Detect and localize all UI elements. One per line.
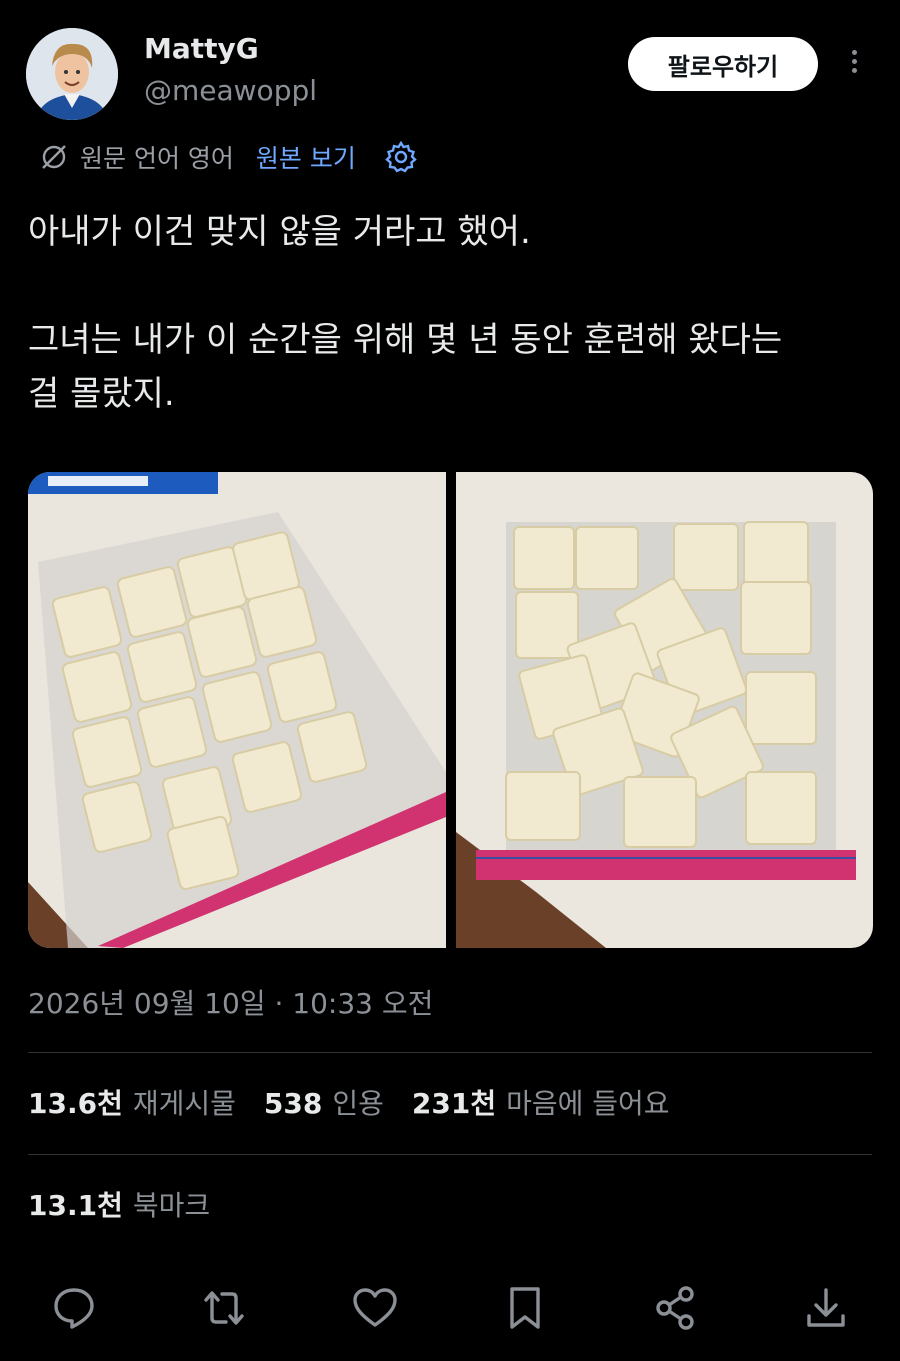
reposts-stat[interactable]: 13.6천 재게시물	[28, 1082, 236, 1122]
display-name[interactable]: MattyG	[144, 32, 259, 65]
original-language-label: 원문 언어 영어	[80, 144, 234, 173]
download-icon[interactable]	[800, 1282, 852, 1334]
divider	[28, 1154, 872, 1155]
reply-icon[interactable]	[48, 1282, 100, 1334]
photo-right[interactable]	[455, 472, 873, 948]
like-icon[interactable]	[349, 1282, 401, 1334]
likes-count: 231천	[411, 1087, 497, 1120]
tweet-card: MattyG @meawoppl 팔로우하기 원문 언어 영어 원본 보기 아내…	[0, 0, 900, 1361]
timestamp[interactable]: 2026년 09월 10일 · 10:33 오전	[28, 982, 433, 1022]
share-icon[interactable]	[650, 1282, 702, 1334]
bookmarks-label: 북마크	[132, 1189, 211, 1222]
quotes-stat[interactable]: 538 인용	[264, 1082, 384, 1122]
gear-icon[interactable]	[384, 140, 418, 174]
repost-icon[interactable]	[198, 1282, 250, 1334]
tweet-line: 그녀는 내가 이 순간을 위해 몇 년 동안 훈련해 왔다는	[28, 320, 783, 360]
engagement-stats: 13.6천 재게시물 538 인용 231천 마음에 들어요	[28, 1082, 670, 1122]
avatar-image	[26, 28, 118, 120]
likes-label: 마음에 들어요	[506, 1087, 670, 1120]
tweet-line: 아내가 이건 맞지 않을 거라고 했어.	[28, 212, 531, 252]
translation-bar: 원문 언어 영어 원본 보기	[38, 137, 418, 177]
quotes-count: 538	[263, 1087, 323, 1120]
photo-left[interactable]	[28, 472, 446, 948]
ellipsis-icon[interactable]	[844, 46, 864, 82]
translate-icon	[42, 145, 66, 169]
photo-frozen-cubes-bag-1	[28, 472, 446, 948]
bookmarks-count: 13.1천	[28, 1189, 123, 1222]
action-bar	[48, 1282, 852, 1334]
bookmark-icon[interactable]	[499, 1282, 551, 1334]
user-handle[interactable]: @meawoppl	[144, 74, 317, 107]
tweet-header: MattyG @meawoppl 팔로우하기	[26, 28, 874, 120]
media-gallery	[28, 472, 873, 948]
reposts-label: 재게시물	[132, 1087, 236, 1120]
view-original-link[interactable]: 원본 보기	[256, 139, 356, 175]
tweet-line: 걸 몰랐지.	[28, 374, 175, 414]
avatar[interactable]	[26, 28, 118, 120]
bookmarks-stat[interactable]: 13.1천 북마크	[28, 1184, 210, 1224]
tweet-text: 아내가 이건 맞지 않을 거라고 했어. 그녀는 내가 이 순간을 위해 몇 년…	[28, 205, 878, 421]
reposts-count: 13.6천	[28, 1087, 123, 1120]
quotes-label: 인용	[332, 1087, 384, 1120]
divider	[28, 1052, 872, 1053]
photo-frozen-cubes-bag-2	[455, 472, 873, 948]
likes-stat[interactable]: 231천 마음에 들어요	[412, 1082, 670, 1122]
follow-button[interactable]: 팔로우하기	[628, 37, 818, 91]
